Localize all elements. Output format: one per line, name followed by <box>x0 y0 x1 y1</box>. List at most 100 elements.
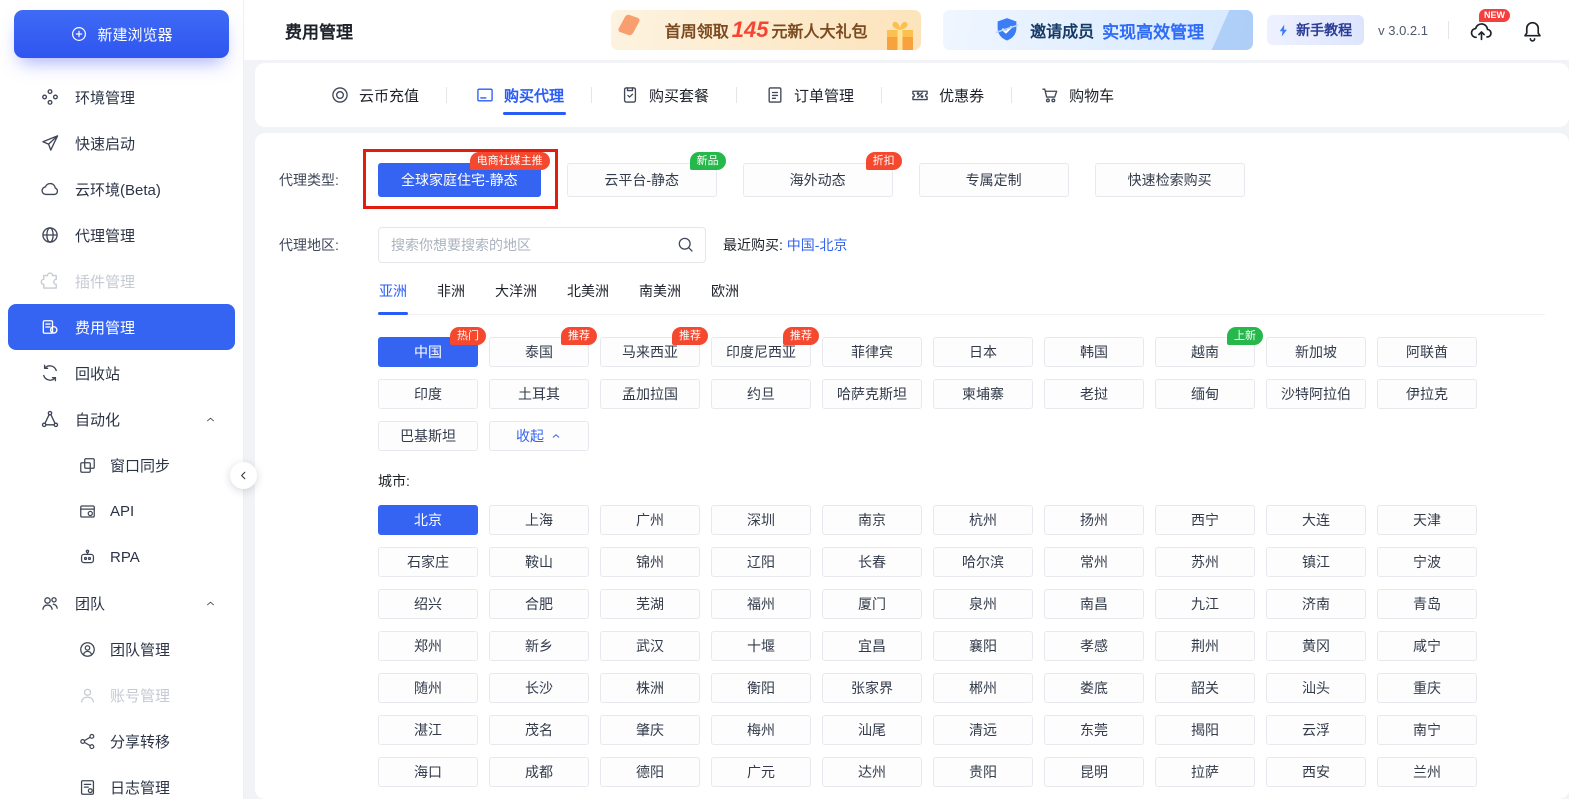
city-chip[interactable]: 十堰 <box>711 631 811 661</box>
sidebar-item[interactable]: 费用管理 <box>8 304 235 350</box>
country-chip[interactable]: 中国 热门 <box>378 327 486 367</box>
city-chip[interactable]: 广州 <box>600 505 700 535</box>
continent-tab[interactable]: 非洲 <box>436 281 466 314</box>
city-chip[interactable]: 云浮 <box>1266 715 1366 745</box>
proxy-type-button[interactable]: 快速检索购买 <box>1094 163 1245 197</box>
sidebar-collapse-handle[interactable] <box>230 462 257 489</box>
sidebar-item[interactable]: 代理管理 <box>8 212 235 258</box>
city-chip[interactable]: 泉州 <box>933 589 1033 619</box>
city-chip[interactable]: 孝感 <box>1044 631 1144 661</box>
sidebar-item[interactable]: API <box>8 488 235 534</box>
city-chip[interactable]: 湛江 <box>378 715 478 745</box>
continent-tab[interactable]: 亚洲 <box>378 281 408 315</box>
city-chip[interactable]: 长春 <box>822 547 922 577</box>
country-chip[interactable]: 越南 上新 <box>1155 327 1263 367</box>
country-chip[interactable]: 巴基斯坦 <box>378 421 478 451</box>
city-chip[interactable]: 西宁 <box>1155 505 1255 535</box>
city-chip[interactable]: 重庆 <box>1377 673 1477 703</box>
sidebar-item[interactable]: 自动化 <box>8 396 235 442</box>
country-chip[interactable]: 阿联酋 <box>1377 337 1477 367</box>
country-chip[interactable]: 孟加拉国 <box>600 379 700 409</box>
billing-tab[interactable]: 订单管理 <box>765 63 883 127</box>
billing-tab[interactable]: 购买套餐 <box>620 63 738 127</box>
city-chip[interactable]: 天津 <box>1377 505 1477 535</box>
city-chip[interactable]: 襄阳 <box>933 631 1033 661</box>
city-chip[interactable]: 辽阳 <box>711 547 811 577</box>
city-chip[interactable]: 拉萨 <box>1155 757 1255 787</box>
notifications-button[interactable] <box>1520 18 1545 43</box>
billing-tab[interactable]: 优惠券 <box>910 63 1013 127</box>
city-chip[interactable]: 苏州 <box>1155 547 1255 577</box>
city-chip[interactable]: 汕头 <box>1266 673 1366 703</box>
city-chip[interactable]: 广元 <box>711 757 811 787</box>
sidebar-item[interactable]: 分享转移 <box>8 718 235 764</box>
city-chip[interactable]: 东莞 <box>1044 715 1144 745</box>
city-chip[interactable]: 石家庄 <box>378 547 478 577</box>
city-chip[interactable]: 北京 <box>378 505 478 535</box>
city-chip[interactable]: 哈尔滨 <box>933 547 1033 577</box>
city-chip[interactable]: 株洲 <box>600 673 700 703</box>
city-chip[interactable]: 揭阳 <box>1155 715 1255 745</box>
city-chip[interactable]: 杭州 <box>933 505 1033 535</box>
search-icon[interactable] <box>676 235 695 254</box>
city-chip[interactable]: 鞍山 <box>489 547 589 577</box>
sidebar-item[interactable]: 快速启动 <box>8 120 235 166</box>
city-chip[interactable]: 达州 <box>822 757 922 787</box>
city-chip[interactable]: 福州 <box>711 589 811 619</box>
country-chip[interactable]: 收起 <box>489 421 589 451</box>
city-chip[interactable]: 深圳 <box>711 505 811 535</box>
city-chip[interactable]: 梅州 <box>711 715 811 745</box>
country-chip[interactable]: 新加坡 <box>1266 337 1366 367</box>
city-chip[interactable]: 咸宁 <box>1377 631 1477 661</box>
city-chip[interactable]: 海口 <box>378 757 478 787</box>
city-chip[interactable]: 扬州 <box>1044 505 1144 535</box>
continent-tab[interactable]: 欧洲 <box>710 281 740 314</box>
billing-tab[interactable]: 购物车 <box>1040 63 1114 127</box>
city-chip[interactable]: 厦门 <box>822 589 922 619</box>
proxy-type-button[interactable]: 专属定制 <box>918 163 1069 197</box>
country-chip[interactable]: 马来西亚 推荐 <box>600 327 708 367</box>
city-chip[interactable]: 贵阳 <box>933 757 1033 787</box>
city-chip[interactable]: 常州 <box>1044 547 1144 577</box>
sidebar-item[interactable]: 环境管理 <box>8 74 235 120</box>
city-chip[interactable]: 韶关 <box>1155 673 1255 703</box>
city-chip[interactable]: 长沙 <box>489 673 589 703</box>
city-chip[interactable]: 茂名 <box>489 715 589 745</box>
country-chip[interactable]: 菲律宾 <box>822 337 922 367</box>
country-chip[interactable]: 伊拉克 <box>1377 379 1477 409</box>
city-chip[interactable]: 大连 <box>1266 505 1366 535</box>
sidebar-item[interactable]: 云环境(Beta) <box>8 166 235 212</box>
sidebar-item[interactable]: 回收站 <box>8 350 235 396</box>
sidebar-item[interactable]: 日志管理 <box>8 764 235 799</box>
continent-tab[interactable]: 南美洲 <box>638 281 682 314</box>
city-chip[interactable]: 郴州 <box>933 673 1033 703</box>
country-chip[interactable]: 沙特阿拉伯 <box>1266 379 1366 409</box>
city-chip[interactable]: 宁波 <box>1377 547 1477 577</box>
city-chip[interactable]: 武汉 <box>600 631 700 661</box>
city-chip[interactable]: 张家界 <box>822 673 922 703</box>
city-chip[interactable]: 锦州 <box>600 547 700 577</box>
country-chip[interactable]: 约旦 <box>711 379 811 409</box>
continent-tab[interactable]: 北美洲 <box>566 281 610 314</box>
city-chip[interactable]: 肇庆 <box>600 715 700 745</box>
city-chip[interactable]: 黄冈 <box>1266 631 1366 661</box>
city-chip[interactable]: 济南 <box>1266 589 1366 619</box>
country-chip[interactable]: 柬埔寨 <box>933 379 1033 409</box>
city-chip[interactable]: 新乡 <box>489 631 589 661</box>
city-chip[interactable]: 芜湖 <box>600 589 700 619</box>
city-chip[interactable]: 上海 <box>489 505 589 535</box>
cloud-sync-button[interactable]: NEW <box>1469 8 1510 43</box>
city-chip[interactable]: 合肥 <box>489 589 589 619</box>
country-chip[interactable]: 土耳其 <box>489 379 589 409</box>
city-chip[interactable]: 娄底 <box>1044 673 1144 703</box>
country-chip[interactable]: 印度尼西亚 推荐 <box>711 327 819 367</box>
sidebar-item[interactable]: 账号管理 <box>8 672 235 718</box>
city-chip[interactable]: 随州 <box>378 673 478 703</box>
country-chip[interactable]: 印度 <box>378 379 478 409</box>
sidebar-item[interactable]: 窗口同步 <box>8 442 235 488</box>
sidebar-item[interactable]: 插件管理 <box>8 258 235 304</box>
continent-tab[interactable]: 大洋洲 <box>494 281 538 314</box>
city-chip[interactable]: 荆州 <box>1155 631 1255 661</box>
country-chip[interactable]: 缅甸 <box>1155 379 1255 409</box>
city-chip[interactable]: 德阳 <box>600 757 700 787</box>
